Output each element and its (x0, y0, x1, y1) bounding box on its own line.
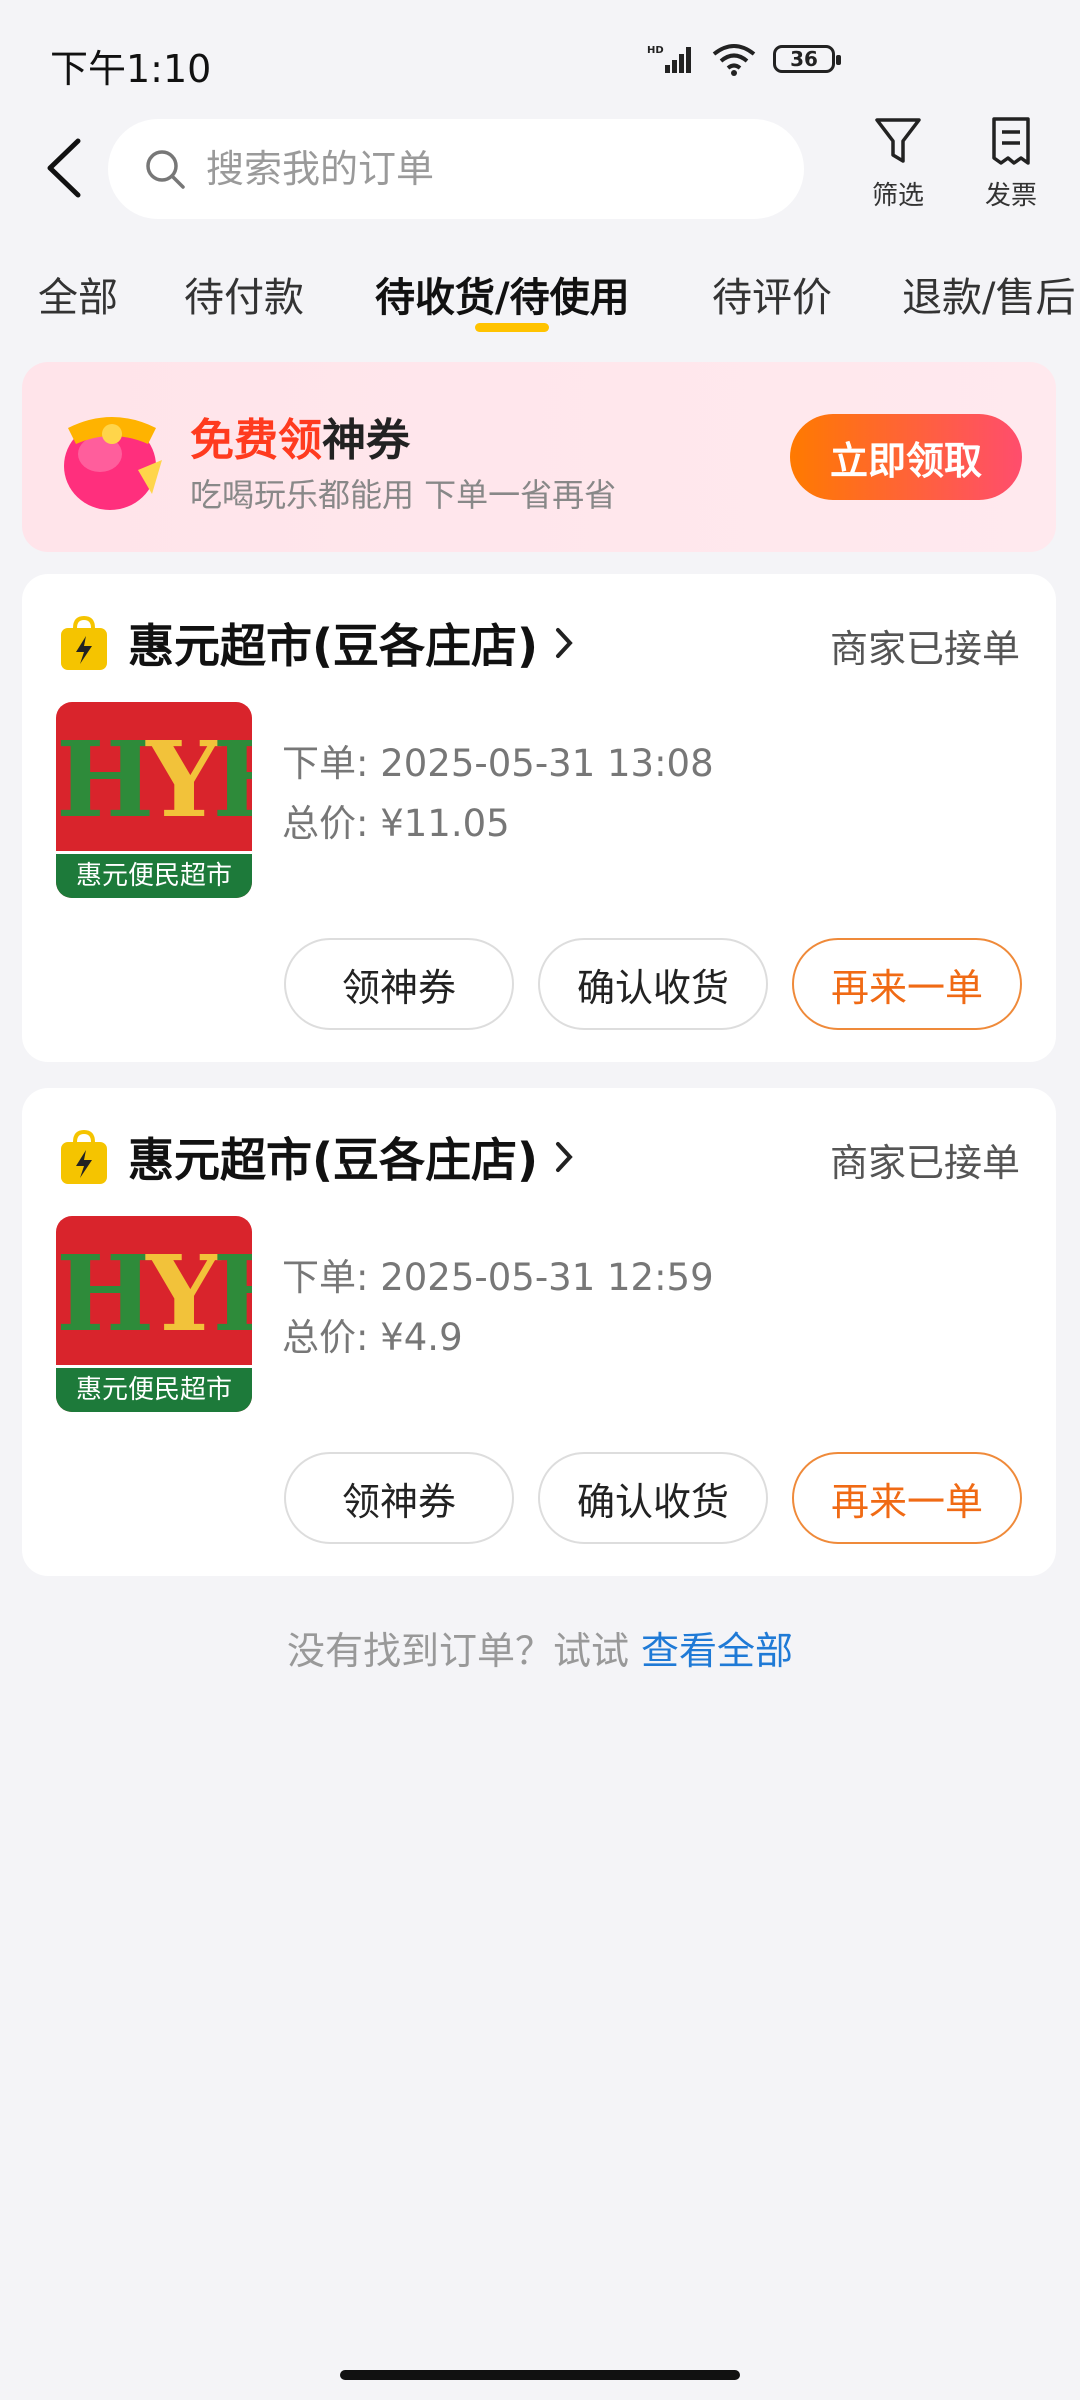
store-logo-mark: HYH (56, 718, 252, 841)
battery-icon: 36 (773, 45, 841, 73)
claim-coupon-button[interactable]: 立即领取 (790, 414, 1022, 500)
store-logo-mark: HYH (56, 1232, 252, 1355)
order-time: 下单: 2025-05-31 13:08 (282, 742, 714, 785)
store-logo: HYH 惠元便民超市 (56, 1216, 252, 1412)
active-tab-indicator (475, 323, 549, 332)
chevron-right-icon (556, 1142, 573, 1172)
tab-pending-review[interactable]: 待评价 (712, 265, 832, 323)
svg-text:HD: HD (647, 45, 664, 56)
order-status: 商家已接单 (829, 1141, 1020, 1185)
order-info: 下单: 2025-05-31 13:08 总价: ¥11.05 (282, 734, 714, 854)
coupon-promo-banner[interactable]: 免费领神券 吃喝玩乐都能用 下单一省再省 立即领取 (22, 362, 1056, 552)
filter-label: 筛选 (871, 181, 924, 211)
view-all-link[interactable]: 查看全部 (641, 1629, 793, 1673)
status-icons: HD 36 (647, 42, 841, 76)
search-icon (146, 150, 185, 189)
status-time: 下午1:10 (50, 47, 212, 91)
red-packet-icon (64, 417, 162, 510)
filter-icon (875, 118, 921, 163)
store-name: 惠元超市(豆各庄店) (128, 619, 539, 673)
order-tabs: 全部 待付款 待收货/待使用 待评价 退款/售后 (0, 255, 1080, 335)
order-actions: 领神券 确认收货 再来一单 (284, 938, 1022, 1030)
tab-refund[interactable]: 退款/售后 (902, 265, 1075, 323)
invoice-label: 发票 (984, 181, 1037, 211)
search-box[interactable] (108, 119, 804, 219)
status-bar: 下午1:10 HD 36 (0, 0, 1080, 120)
store-logo-text: 惠元便民超市 (56, 1365, 252, 1412)
top-nav: 筛选 发票 (0, 115, 1080, 225)
chevron-right-icon (556, 628, 573, 658)
order-card[interactable]: 惠元超市(豆各庄店) 商家已接单 HYH 惠元便民超市 下单: 2025-05-… (22, 574, 1056, 1062)
order-total: 总价: ¥4.9 (282, 1316, 463, 1359)
get-coupon-button[interactable]: 领神券 (284, 938, 514, 1030)
order-total: 总价: ¥11.05 (282, 802, 510, 845)
tab-pending-receipt[interactable]: 待收货/待使用 (375, 265, 630, 323)
back-button[interactable] (40, 133, 100, 203)
order-info: 下单: 2025-05-31 12:59 总价: ¥4.9 (282, 1248, 714, 1368)
order-status: 商家已接单 (829, 627, 1020, 671)
promo-title: 免费领神券 (190, 404, 410, 468)
reorder-button[interactable]: 再来一单 (792, 1452, 1022, 1544)
store-logo-text: 惠元便民超市 (56, 851, 252, 898)
hint-text: 没有找到订单？试试 (286, 1629, 642, 1673)
order-card[interactable]: 惠元超市(豆各庄店) 商家已接单 HYH 惠元便民超市 下单: 2025-05-… (22, 1088, 1056, 1576)
invoice-button[interactable]: 发票 (966, 115, 1056, 212)
store-link[interactable]: 惠元超市(豆各庄店) (58, 1124, 574, 1190)
store-link[interactable]: 惠元超市(豆各庄店) (58, 610, 574, 676)
search-input[interactable] (204, 146, 768, 192)
order-time: 下单: 2025-05-31 12:59 (282, 1256, 714, 1299)
signal-icon: HD (647, 45, 691, 73)
home-indicator[interactable] (340, 2370, 740, 2380)
tab-pending-payment[interactable]: 待付款 (184, 265, 304, 323)
battery-level: 36 (790, 47, 818, 71)
store-name: 惠元超市(豆各庄店) (128, 1133, 539, 1187)
tab-all[interactable]: 全部 (38, 265, 118, 323)
promo-title-rest: 神券 (322, 415, 410, 466)
confirm-receipt-button[interactable]: 确认收货 (538, 938, 768, 1030)
order-actions: 领神券 确认收货 再来一单 (284, 1452, 1022, 1544)
store-logo: HYH 惠元便民超市 (56, 702, 252, 898)
get-coupon-button[interactable]: 领神券 (284, 1452, 514, 1544)
wifi-icon (712, 44, 756, 76)
filter-button[interactable]: 筛选 (853, 115, 943, 212)
back-arrow-icon (47, 138, 81, 198)
confirm-receipt-button[interactable]: 确认收货 (538, 1452, 768, 1544)
reorder-button[interactable]: 再来一单 (792, 938, 1022, 1030)
no-order-hint: 没有找到订单？试试 查看全部 (0, 1620, 1080, 1675)
promo-subtitle: 吃喝玩乐都能用 下单一省再省 (190, 476, 617, 514)
invoice-icon (992, 117, 1030, 165)
shopping-bag-icon (61, 1129, 107, 1184)
promo-title-highlight: 免费领 (190, 415, 322, 466)
shopping-bag-icon (61, 615, 107, 670)
